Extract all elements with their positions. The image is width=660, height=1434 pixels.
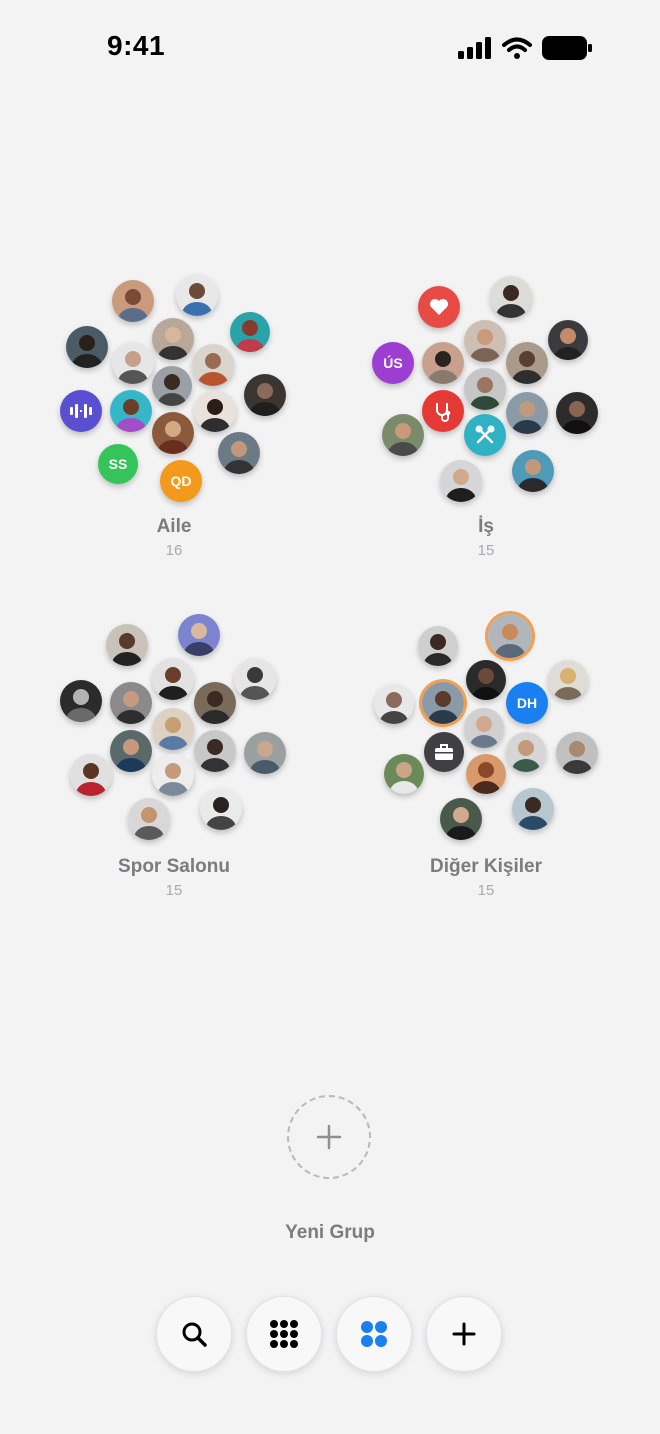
group-spor-salonu[interactable]: Spor Salonu 15 (44, 612, 304, 899)
new-group-label: Yeni Grup (285, 1222, 375, 1243)
avatar (152, 366, 192, 406)
status-time: 9:41 (107, 30, 166, 61)
briefcase-icon (424, 732, 464, 772)
heart-icon (418, 286, 460, 328)
avatar-highlighted (488, 614, 532, 658)
avatar (506, 392, 548, 434)
avatar (512, 788, 554, 830)
avatar (512, 450, 554, 492)
avatar-initials-ss: SS (98, 444, 138, 484)
avatar (194, 682, 236, 724)
group-count: 16 (165, 542, 183, 559)
avatar (66, 326, 108, 368)
avatar (422, 342, 464, 384)
avatar (70, 754, 112, 796)
avatar (464, 320, 506, 362)
avatar (418, 626, 458, 666)
group-aile[interactable]: SS QD Aile 16 (44, 272, 304, 559)
avatar (464, 368, 506, 410)
avatar (440, 798, 482, 840)
search-icon (182, 1322, 207, 1347)
status-bar: 9:41 (0, 0, 660, 96)
avatar (384, 754, 424, 794)
groups-icon (361, 1321, 387, 1347)
add-button[interactable] (426, 1296, 502, 1372)
group-count: 15 (477, 542, 495, 559)
avatar (112, 342, 154, 384)
plus-icon (452, 1322, 476, 1346)
initials-text: SS (108, 456, 128, 472)
music-group-icon (60, 390, 102, 432)
avatar (464, 708, 504, 748)
avatar (128, 798, 170, 840)
avatar (110, 390, 152, 432)
tools-icon (464, 414, 506, 456)
avatar (152, 318, 194, 360)
avatar (548, 320, 588, 360)
group-name: İş (478, 516, 494, 537)
avatar-initials-dh: DH (506, 682, 548, 724)
avatar-cluster (44, 612, 304, 852)
avatar-initials-us: ÚS (372, 342, 414, 384)
battery-icon (542, 36, 592, 60)
new-group-button[interactable] (287, 1095, 371, 1179)
bottom-toolbar (156, 1296, 502, 1372)
avatar (110, 682, 152, 724)
wifi-icon (502, 37, 532, 59)
avatar (490, 276, 532, 318)
avatar (382, 414, 424, 456)
initials-text: ÚS (383, 355, 403, 371)
avatar (244, 732, 286, 774)
avatar (176, 274, 218, 316)
group-name: Spor Salonu (118, 856, 230, 877)
avatar (548, 660, 588, 700)
avatar (110, 730, 152, 772)
avatar (234, 658, 276, 700)
avatar (466, 660, 506, 700)
avatar (556, 392, 598, 434)
status-icons (458, 36, 592, 60)
avatar-cluster: DH (356, 612, 616, 852)
groups-view-button[interactable] (336, 1296, 412, 1372)
group-count: 15 (477, 882, 495, 899)
avatar (218, 432, 260, 474)
group-name: Aile (156, 516, 192, 537)
avatar (152, 658, 194, 700)
stethoscope-icon (422, 390, 464, 432)
search-button[interactable] (156, 1296, 232, 1372)
initials-text: QD (170, 473, 192, 489)
avatar (152, 754, 194, 796)
avatar (230, 312, 270, 352)
grid-dots-icon (270, 1320, 298, 1348)
group-count: 15 (165, 882, 183, 899)
avatar-cluster: SS QD (44, 272, 304, 512)
avatar (556, 732, 598, 774)
signal-icon (458, 37, 491, 59)
avatar (178, 614, 220, 656)
avatar (152, 708, 194, 750)
avatar (200, 788, 242, 830)
avatar (194, 730, 236, 772)
grid-view-button[interactable] (246, 1296, 322, 1372)
avatar (506, 342, 548, 384)
avatar (466, 754, 506, 794)
avatar (192, 344, 234, 386)
group-is[interactable]: ÚS İş 15 (356, 272, 616, 559)
plus-icon (316, 1124, 342, 1150)
avatar (106, 624, 148, 666)
group-diger-kisiler[interactable]: DH Diğer Kişiler 15 (356, 612, 616, 899)
initials-text: DH (516, 695, 538, 711)
avatar-initials-qd: QD (160, 460, 202, 502)
avatar-highlighted (422, 682, 464, 724)
avatar (506, 732, 546, 772)
avatar (244, 374, 286, 416)
avatar (374, 684, 414, 724)
avatar (440, 460, 482, 502)
avatar-cluster: ÚS (356, 272, 616, 512)
avatar (60, 680, 102, 722)
avatar (194, 390, 236, 432)
avatar (112, 280, 154, 322)
avatar (152, 412, 194, 454)
group-name: Diğer Kişiler (430, 856, 542, 877)
